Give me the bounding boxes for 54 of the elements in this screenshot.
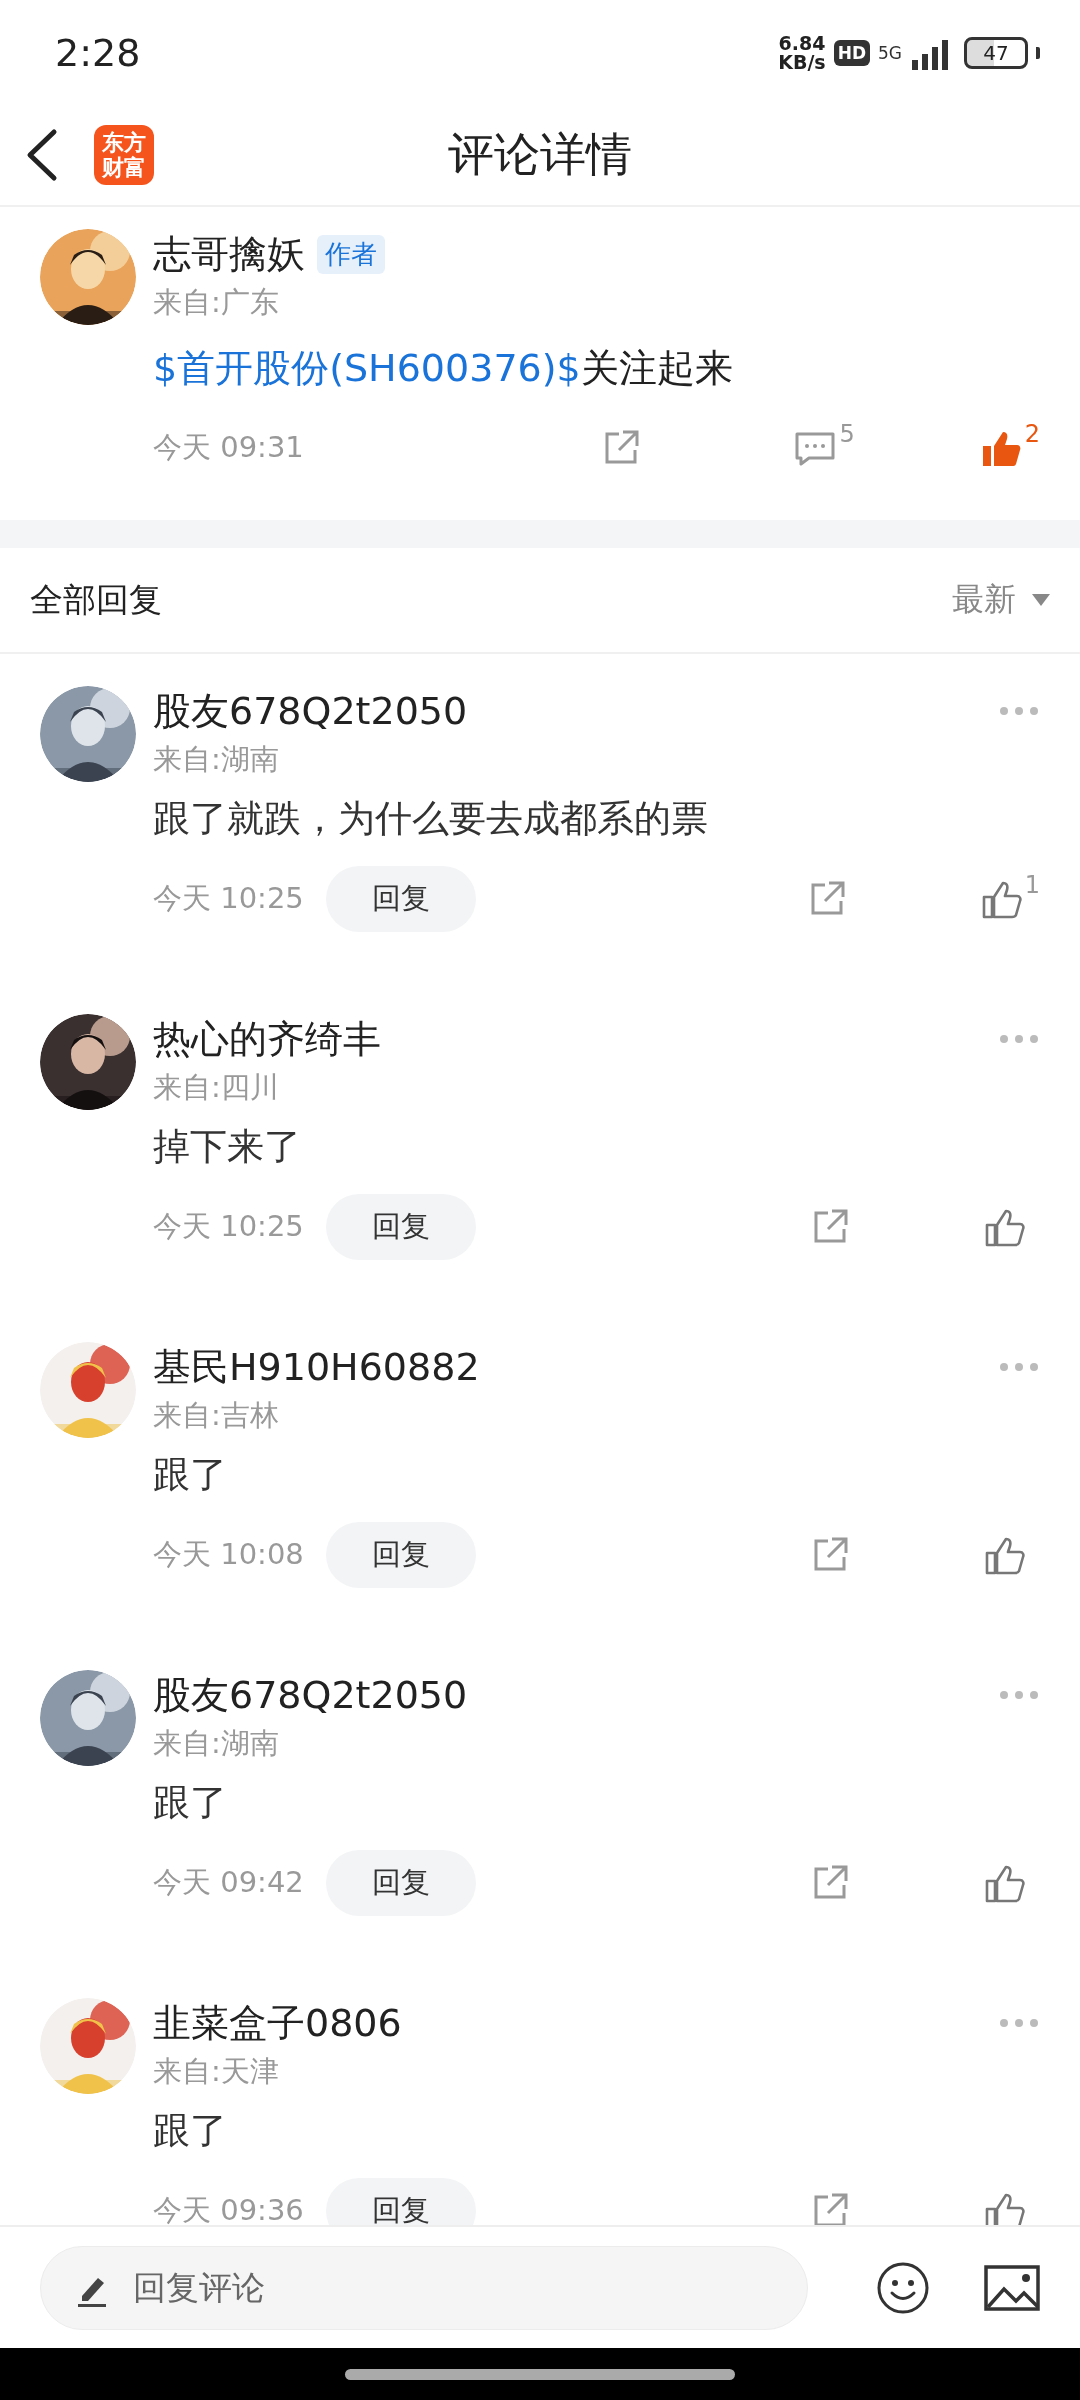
comment-time: 今天 09:42 [153, 1864, 304, 1901]
reply-button[interactable]: 回复 [325, 866, 476, 932]
reply-input-field[interactable]: 回复评论 [40, 2245, 808, 2330]
like-count: 2 [1024, 420, 1040, 448]
page-title: 评论详情 [448, 127, 632, 181]
comment-text: 跟了 [153, 1452, 228, 1498]
network-label: 5G [878, 42, 902, 63]
status-time: 2:28 [55, 30, 141, 75]
comment-time: 今天 09:36 [153, 2192, 304, 2225]
stock-link[interactable]: $首开股份(SH600376)$ [153, 346, 581, 390]
comment-time: 今天 10:25 [153, 880, 304, 917]
location-text: 来自:湖南 [153, 1725, 280, 1762]
like-count: 1 [1024, 871, 1040, 899]
author-name[interactable]: 志哥擒妖 [153, 228, 305, 280]
comment-time: 今天 10:25 [153, 1208, 304, 1245]
more-icon[interactable] [998, 705, 1040, 717]
comment-text: 跟了 [153, 1780, 228, 1826]
author-name[interactable]: 股友678Q2t2050 [153, 685, 468, 737]
author-name[interactable]: 基民H910H60882 [153, 1341, 480, 1393]
emoji-icon[interactable] [876, 2260, 930, 2315]
app-logo: 东方 财富 [94, 125, 154, 185]
home-indicator[interactable] [345, 2368, 735, 2380]
more-icon[interactable] [998, 2017, 1040, 2029]
comment-count: 5 [839, 420, 855, 448]
sort-dropdown[interactable]: 最新 [952, 578, 1050, 622]
reply-button[interactable]: 回复 [325, 1850, 476, 1916]
battery-level: 47 [964, 36, 1028, 69]
comment-text: 跟了就跌，为什么要去成都系的票 [153, 796, 709, 842]
author-badge: 作者 [317, 234, 385, 274]
location-text: 来自:湖南 [153, 741, 280, 778]
comment-time: 今天 10:08 [153, 1536, 304, 1573]
more-icon[interactable] [998, 1689, 1040, 1701]
section-title: 全部回复 [30, 578, 162, 621]
author-name[interactable]: 热心的齐绮丰 [153, 1013, 381, 1065]
author-name[interactable]: 股友678Q2t2050 [153, 1669, 468, 1721]
comment-text: 掉下来了 [153, 1124, 302, 1170]
dropdown-arrow-icon [1032, 594, 1050, 606]
location-text: 来自:天津 [153, 2053, 280, 2090]
reply-button[interactable]: 回复 [325, 2178, 476, 2225]
post-text: $首开股份(SH600376)$关注起来 [153, 345, 734, 392]
hd-badge: HD [833, 39, 870, 66]
more-icon[interactable] [998, 1033, 1040, 1045]
reply-button[interactable]: 回复 [325, 1522, 476, 1588]
post-time: 今天 09:31 [153, 429, 305, 466]
battery-tip [1036, 46, 1040, 59]
image-icon[interactable] [984, 2264, 1040, 2311]
network-speed: 6.84 KB/s [778, 33, 826, 72]
location-text: 来自:广东 [153, 284, 280, 321]
more-icon[interactable] [998, 1361, 1040, 1373]
reply-button[interactable]: 回复 [325, 1194, 476, 1260]
location-text: 来自:吉林 [153, 1397, 280, 1434]
author-name[interactable]: 韭菜盒子0806 [153, 1997, 402, 2049]
location-text: 来自:四川 [153, 1069, 280, 1106]
comment-text: 跟了 [153, 2108, 228, 2154]
